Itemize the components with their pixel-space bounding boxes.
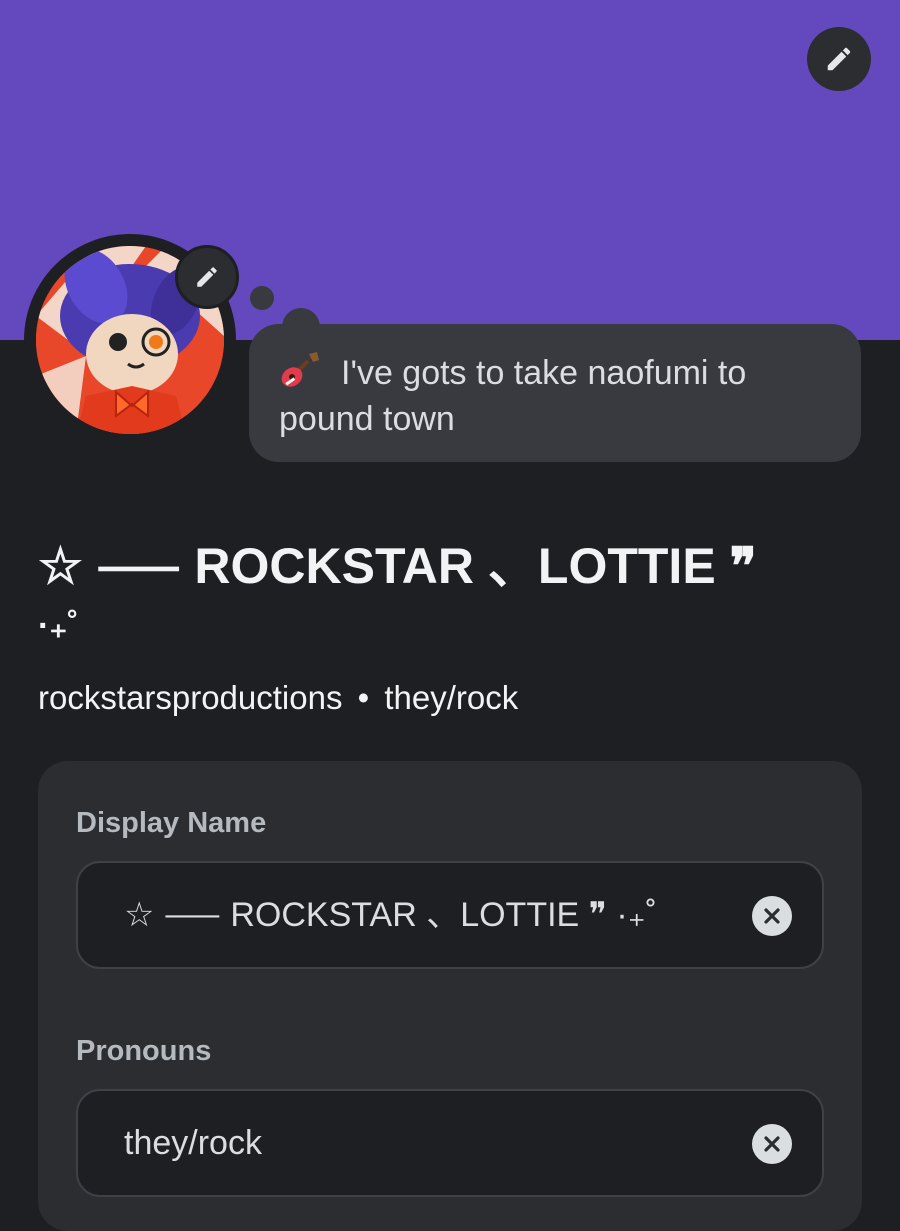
status-text: I've gots to take naofumi to pound town xyxy=(279,354,747,438)
close-icon xyxy=(764,1136,780,1152)
display-name-value: ☆ ⸺ ROCKSTAR 、LOTTIE ❞ ·₊˚ xyxy=(124,896,657,934)
custom-status-bubble[interactable]: I've gots to take naofumi to pound town xyxy=(249,324,861,462)
pencil-icon xyxy=(827,47,851,71)
guitar-icon xyxy=(281,352,319,387)
profile-pronouns: they/rock xyxy=(384,679,519,716)
close-icon xyxy=(764,908,780,924)
edit-avatar-button[interactable] xyxy=(175,245,239,309)
profile-username: rockstarsproductions xyxy=(38,679,343,716)
profile-display-name-tail: ·₊˚ xyxy=(38,607,79,645)
pronouns-value: they/rock xyxy=(124,1124,262,1162)
clear-pronouns-button[interactable] xyxy=(752,1124,792,1164)
display-name-field[interactable]: ☆ ⸺ ROCKSTAR 、LOTTIE ❞ ·₊˚ xyxy=(76,861,824,969)
pronouns-field[interactable]: they/rock xyxy=(76,1089,824,1197)
display-name-label: Display Name xyxy=(76,807,267,839)
pencil-icon xyxy=(197,267,217,287)
clear-display-name-button[interactable] xyxy=(752,896,792,936)
pronouns-label: Pronouns xyxy=(76,1035,212,1067)
subline-separator: • xyxy=(357,679,370,716)
profile-subline: rockstarsproductions • they/rock xyxy=(38,676,518,720)
profile-display-name: ☆ ⸺ ROCKSTAR 、LOTTIE ❞ xyxy=(38,538,757,594)
edit-banner-button[interactable] xyxy=(807,27,871,91)
status-bubble-dot-small xyxy=(250,286,274,310)
